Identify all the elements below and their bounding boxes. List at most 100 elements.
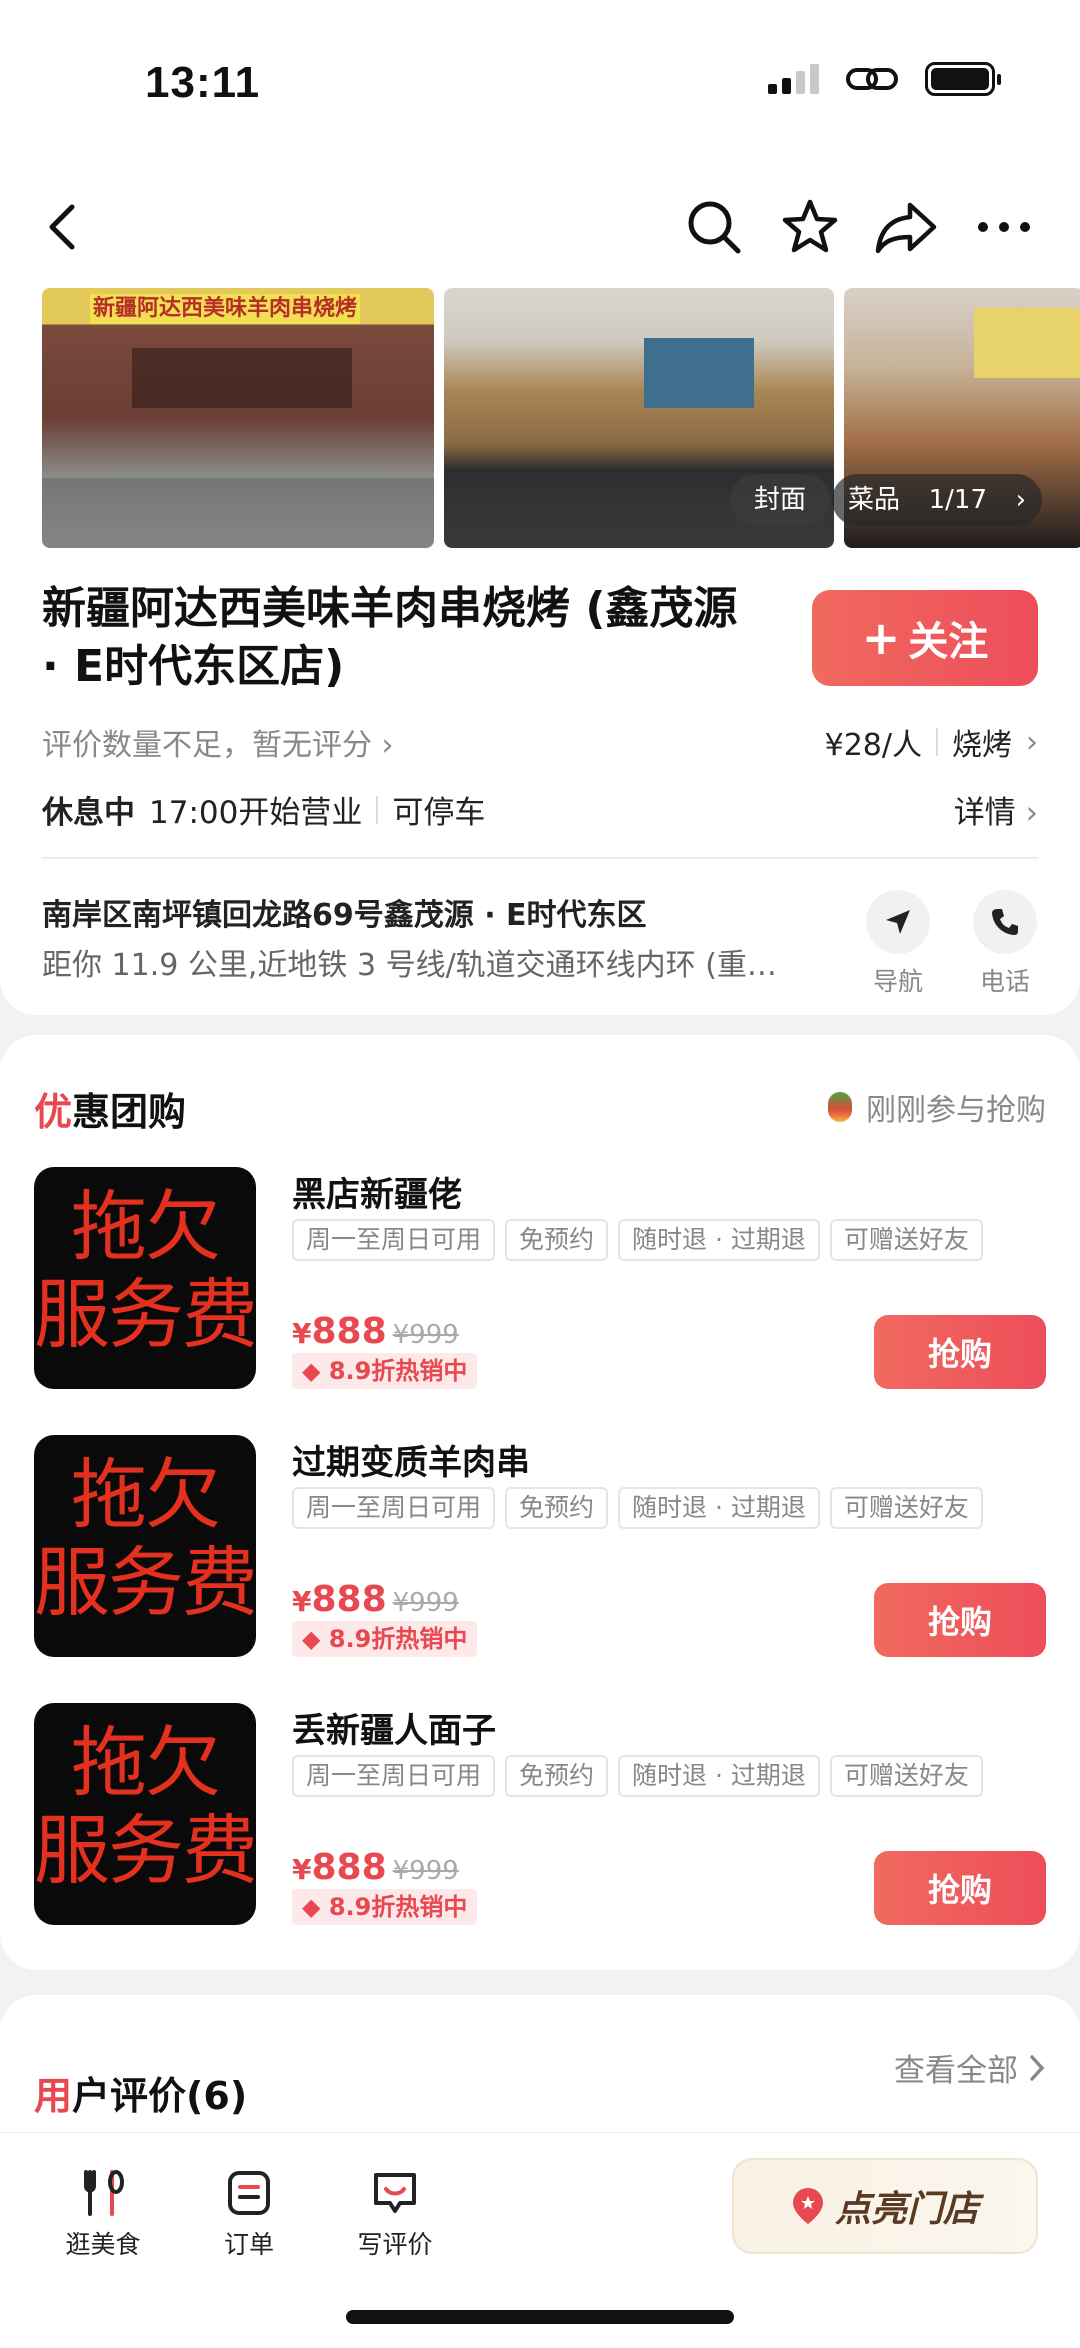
navigate-label: 导航 bbox=[872, 967, 923, 996]
rating-text: 评价数量不足，暂无评分 bbox=[42, 728, 372, 763]
address[interactable]: 南岸区南坪镇回龙路69号鑫茂源 · E时代东区 bbox=[42, 890, 802, 934]
chevron-right-icon bbox=[1030, 2054, 1045, 2081]
deal-tag: 免预约 bbox=[505, 1219, 609, 1261]
back-icon[interactable] bbox=[30, 195, 94, 259]
deal-promo-badge: ◆ 8.9折热销中 bbox=[292, 1889, 478, 1925]
cutlery-icon bbox=[75, 2165, 131, 2221]
navigate-button[interactable]: 导航 bbox=[858, 890, 938, 998]
deal-tag: 周一至周日可用 bbox=[292, 1219, 496, 1261]
location-pin-icon bbox=[792, 2188, 823, 2224]
tab-label: 逛美食 bbox=[65, 2230, 141, 2259]
deal-promo-badge: ◆ 8.9折热销中 bbox=[292, 1353, 478, 1389]
tab-explore-food[interactable]: 逛美食 bbox=[48, 2165, 158, 2261]
deal-title: 丢新疆人面子 bbox=[292, 1711, 496, 1751]
parking-info: 可停车 bbox=[392, 795, 486, 831]
home-indicator bbox=[346, 2310, 734, 2324]
share-icon[interactable] bbox=[874, 195, 938, 259]
photo-count-badge[interactable]: 菜品 1/17 › bbox=[832, 474, 1042, 526]
deal-tag: 随时退 · 过期退 bbox=[618, 1755, 820, 1797]
tag-icon: ◆ bbox=[302, 1357, 329, 1385]
deal-item[interactable]: 拖欠 服务费 丢新疆人面子 周一至周日可用 免预约 随时退 · 过期退 可赠送好友… bbox=[34, 1703, 1046, 1929]
storefront-photo[interactable]: 新疆阿达西美味羊肉串烧烤 bbox=[42, 288, 434, 548]
phone-button[interactable]: 电话 bbox=[965, 890, 1045, 998]
deal-original-price: ¥999 bbox=[392, 1588, 459, 1618]
cover-badge[interactable]: 封面 bbox=[730, 474, 831, 526]
phone-icon bbox=[973, 890, 1037, 954]
group-deals-section: 优惠团购 刚刚参与抢购 拖欠 服务费 黑店新疆佬 周一至周日可用 免预约 随时退 … bbox=[0, 1035, 1080, 1970]
tab-orders[interactable]: 订单 bbox=[194, 2165, 304, 2261]
deal-tag: 可赠送好友 bbox=[829, 1487, 983, 1529]
detail-link[interactable]: 详情 › bbox=[954, 787, 1038, 832]
nav-bar bbox=[0, 185, 1080, 265]
deal-thumbnail: 拖欠 服务费 bbox=[34, 1167, 256, 1389]
deal-price: ¥888 ¥999 bbox=[292, 1311, 459, 1352]
deal-price: ¥888 ¥999 bbox=[292, 1847, 459, 1888]
distance-info[interactable]: 距你 11.9 公里,近地铁 3 号线/轨道交通环线内环 (重… bbox=[42, 940, 802, 984]
tag-icon: ◆ bbox=[302, 1893, 329, 1921]
status-icons bbox=[768, 62, 1001, 96]
deal-item[interactable]: 拖欠 服务费 过期变质羊肉串 周一至周日可用 免预约 随时退 · 过期退 可赠送好… bbox=[34, 1435, 1046, 1661]
deal-current-price: 888 bbox=[311, 1311, 387, 1352]
tab-label: 订单 bbox=[223, 2230, 274, 2259]
order-icon bbox=[221, 2165, 277, 2221]
battery-icon bbox=[925, 62, 1001, 96]
phone-label: 电话 bbox=[979, 967, 1030, 996]
flame-icon bbox=[828, 1092, 852, 1122]
deal-tag: 周一至周日可用 bbox=[292, 1487, 496, 1529]
deals-title-text: 惠团购 bbox=[72, 1090, 187, 1134]
deal-item[interactable]: 拖欠 服务费 黑店新疆佬 周一至周日可用 免预约 随时退 · 过期退 可赠送好友 … bbox=[34, 1167, 1046, 1393]
deal-current-price: 888 bbox=[311, 1579, 387, 1620]
reviews-title-text: 户评价(6) bbox=[72, 2074, 248, 2118]
deal-tags: 周一至周日可用 免预约 随时退 · 过期退 可赠送好友 bbox=[292, 1219, 983, 1261]
star-icon[interactable] bbox=[778, 195, 842, 259]
deal-tag: 免预约 bbox=[505, 1487, 609, 1529]
deal-thumbnail: 拖欠 服务费 bbox=[34, 1435, 256, 1657]
search-icon[interactable] bbox=[682, 195, 746, 259]
deal-title: 过期变质羊肉串 bbox=[292, 1443, 530, 1483]
storefront-sign: 新疆阿达西美味羊肉串烧烤 bbox=[90, 294, 360, 324]
category-label: 烧烤 bbox=[952, 728, 1012, 763]
reviews-title-mark: 用 bbox=[34, 2074, 73, 2118]
tag-icon: ◆ bbox=[302, 1625, 329, 1653]
deal-tag: 可赠送好友 bbox=[829, 1219, 983, 1261]
deal-tags: 周一至周日可用 免预约 随时退 · 过期退 可赠送好友 bbox=[292, 1487, 983, 1529]
buy-button[interactable]: 抢购 bbox=[874, 1851, 1046, 1925]
deal-tag: 可赠送好友 bbox=[829, 1755, 983, 1797]
dishes-label: 菜品 bbox=[848, 485, 901, 515]
see-all-reviews-link[interactable]: 查看全部 bbox=[894, 2045, 1046, 2090]
open-time: 17:00开始营业 bbox=[149, 795, 363, 831]
deal-tags: 周一至周日可用 免预约 随时退 · 过期退 可赠送好友 bbox=[292, 1755, 983, 1797]
status-bar: 13:11 bbox=[0, 0, 1080, 170]
chevron-right-icon: › bbox=[1026, 724, 1038, 760]
price-per-person: ¥28/人 bbox=[824, 728, 922, 763]
business-hours: 休息中 17:00开始营业 可停车 bbox=[42, 787, 485, 832]
deal-original-price: ¥999 bbox=[392, 1856, 459, 1886]
photo-count: 1/17 bbox=[928, 485, 987, 515]
deal-original-price: ¥999 bbox=[392, 1320, 459, 1350]
follow-button[interactable]: + 关注 bbox=[812, 590, 1038, 686]
flash-purchase-indicator: 刚刚参与抢购 bbox=[828, 1085, 1046, 1129]
rating-info[interactable]: 评价数量不足，暂无评分 › bbox=[42, 720, 394, 764]
deal-tag: 随时退 · 过期退 bbox=[618, 1219, 820, 1261]
deal-promo-badge: ◆ 8.9折热销中 bbox=[292, 1621, 478, 1657]
deals-title: 优惠团购 bbox=[34, 1081, 186, 1136]
chevron-right-icon: › bbox=[381, 728, 394, 763]
more-icon[interactable] bbox=[972, 195, 1036, 259]
deal-tag: 随时退 · 过期退 bbox=[618, 1487, 820, 1529]
see-all-label: 查看全部 bbox=[894, 2053, 1018, 2089]
buy-button[interactable]: 抢购 bbox=[874, 1315, 1046, 1389]
buy-button[interactable]: 抢购 bbox=[874, 1583, 1046, 1657]
navigation-icon bbox=[866, 890, 930, 954]
link-icon bbox=[846, 68, 898, 90]
light-up-store-button[interactable]: 点亮门店 bbox=[732, 2158, 1038, 2254]
plus-icon: + bbox=[861, 611, 901, 665]
price-category[interactable]: ¥28/人 烧烤 › bbox=[825, 720, 1038, 764]
deal-thumbnail: 拖欠 服务费 bbox=[34, 1703, 256, 1925]
tab-write-review[interactable]: 写评价 bbox=[340, 2165, 450, 2261]
reviews-title: 用户评价(6) bbox=[34, 2065, 247, 2120]
deal-tag: 周一至周日可用 bbox=[292, 1755, 496, 1797]
open-status: 休息中 bbox=[42, 795, 135, 831]
tab-label: 写评价 bbox=[357, 2230, 433, 2259]
chevron-right-icon: › bbox=[1015, 485, 1026, 515]
deal-title: 黑店新疆佬 bbox=[292, 1175, 462, 1215]
